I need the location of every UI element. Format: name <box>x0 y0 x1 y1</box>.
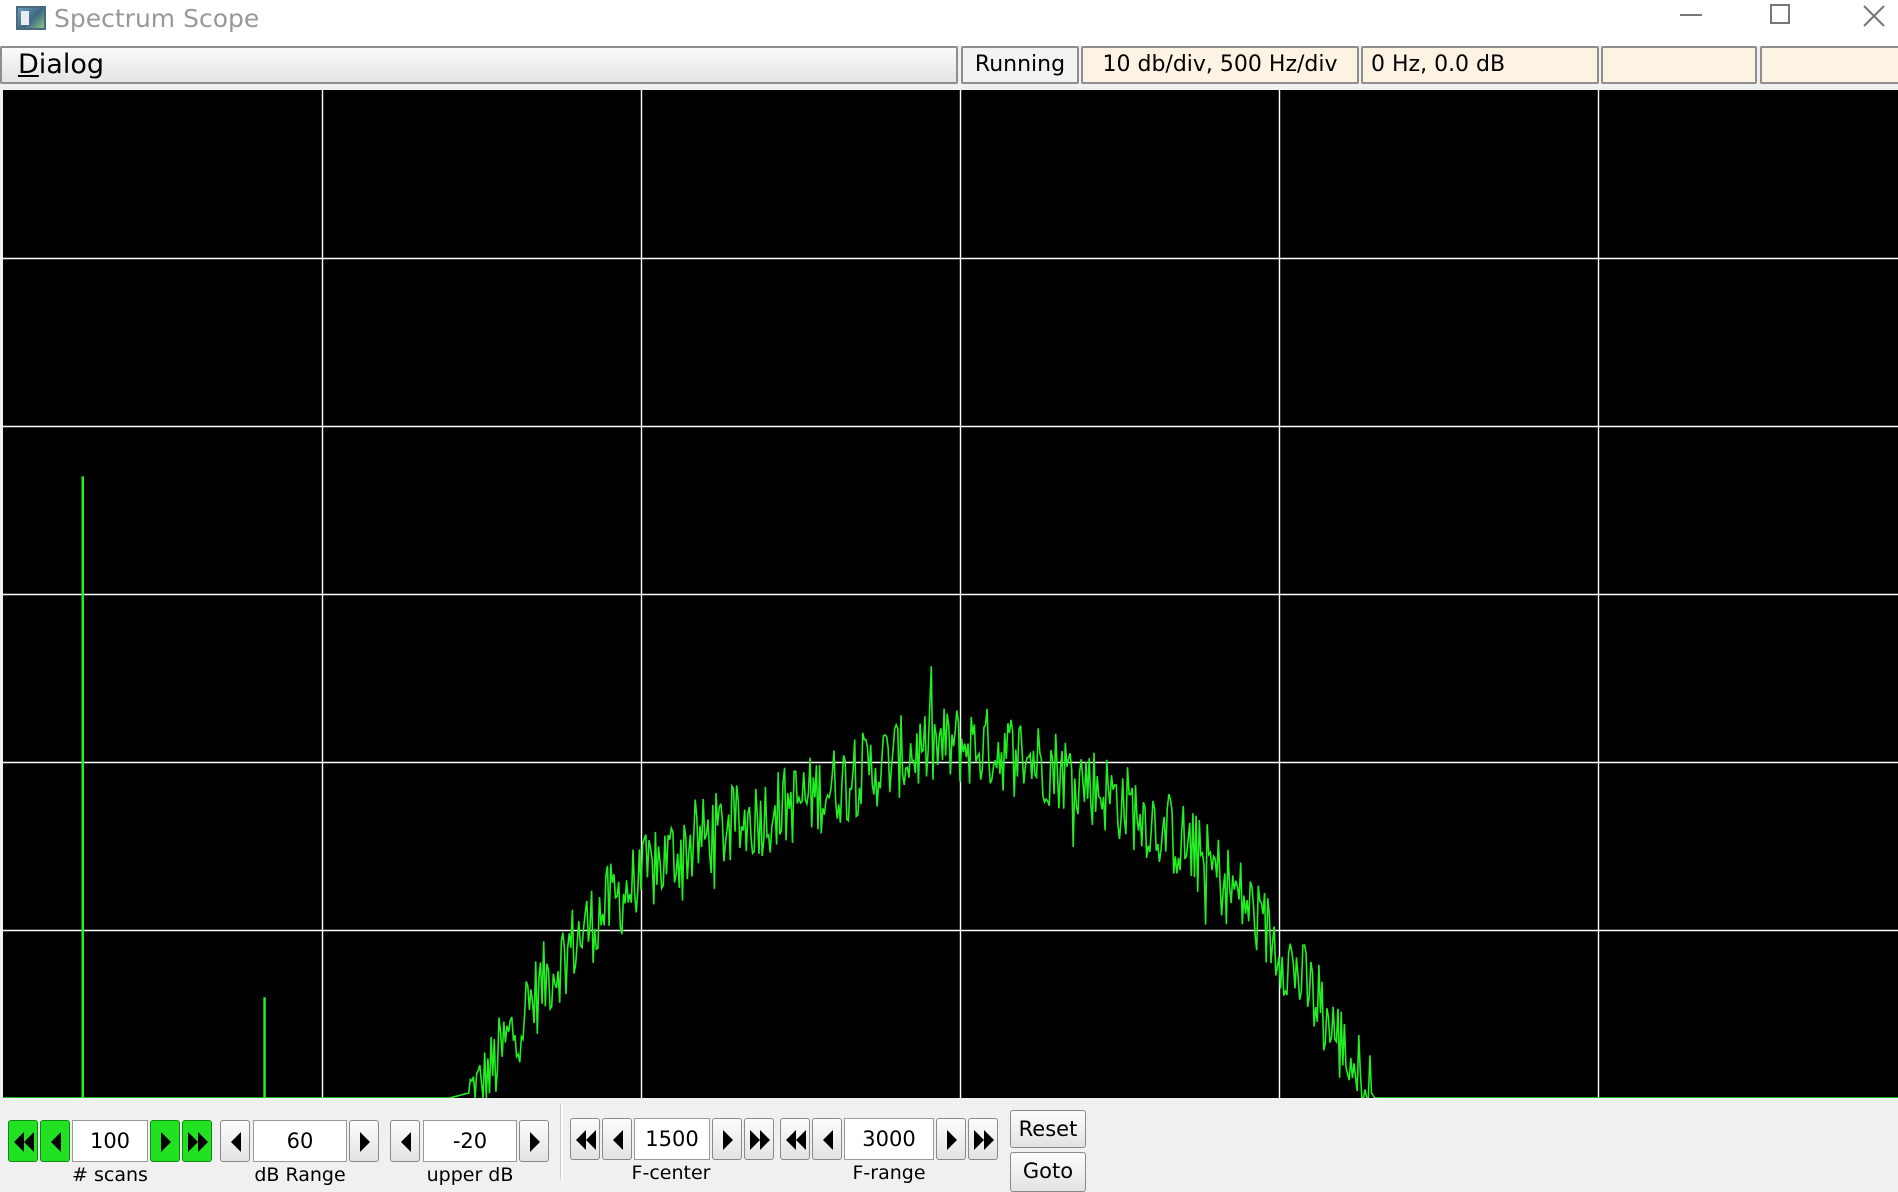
scans-fast-decrease-button[interactable] <box>8 1120 38 1162</box>
scans-increase-button[interactable] <box>150 1120 180 1162</box>
app-icon <box>16 6 46 30</box>
db-range-decrease-button[interactable] <box>220 1120 250 1162</box>
f-range-fast-increase-button[interactable] <box>968 1118 998 1160</box>
f-center-fast-increase-button[interactable] <box>744 1118 774 1160</box>
close-icon[interactable] <box>1838 0 1898 40</box>
scans-decrease-button[interactable] <box>40 1120 70 1162</box>
maximize-icon[interactable] <box>1745 0 1815 40</box>
upper-db-label: upper dB <box>426 1164 514 1186</box>
upper-db-increase-button[interactable] <box>519 1120 549 1162</box>
spectrum-trace <box>3 666 1898 1098</box>
status-bar: Dialog Running 10 db/div, 500 Hz/div 0 H… <box>0 46 1898 86</box>
scans-label: # scans <box>72 1164 148 1186</box>
f-center-increase-button[interactable] <box>712 1118 742 1160</box>
status-panel-empty-1 <box>1601 46 1757 84</box>
running-status[interactable]: Running <box>961 46 1079 84</box>
scale-readout: 10 db/div, 500 Hz/div <box>1081 46 1359 84</box>
window-title: Spectrum Scope <box>54 4 260 33</box>
status-panel-empty-2 <box>1760 46 1898 84</box>
f-center-label: F-center <box>631 1162 711 1184</box>
control-panel: 100 # scans 60 dB Range -20 upper dB 150… <box>0 1098 1898 1192</box>
f-range-label: F-range <box>852 1162 926 1184</box>
db-range-label: dB Range <box>254 1164 346 1186</box>
minimize-icon[interactable] <box>1655 0 1725 40</box>
f-center-decrease-button[interactable] <box>602 1118 632 1160</box>
upper-db-decrease-button[interactable] <box>390 1120 420 1162</box>
spectrum-plot <box>3 90 1898 1098</box>
f-range-increase-button[interactable] <box>936 1118 966 1160</box>
goto-button[interactable]: Goto <box>1010 1152 1086 1192</box>
upper-db-field[interactable]: -20 <box>423 1120 517 1162</box>
f-range-field[interactable]: 3000 <box>844 1118 934 1160</box>
db-range-increase-button[interactable] <box>349 1120 379 1162</box>
control-separator <box>560 1104 563 1179</box>
f-range-decrease-button[interactable] <box>812 1118 842 1160</box>
scans-field[interactable]: 100 <box>72 1120 148 1162</box>
scans-fast-increase-button[interactable] <box>182 1120 212 1162</box>
dialog-menu[interactable]: Dialog <box>0 46 958 84</box>
dialog-menu-label: ialog <box>38 49 105 80</box>
f-center-fast-decrease-button[interactable] <box>570 1118 600 1160</box>
f-range-fast-decrease-button[interactable] <box>780 1118 810 1160</box>
dialog-menu-mnemonic: D <box>18 49 39 80</box>
cursor-readout: 0 Hz, 0.0 dB <box>1361 46 1599 84</box>
spectrum-display[interactable] <box>3 90 1898 1098</box>
f-center-field[interactable]: 1500 <box>634 1118 710 1160</box>
reset-button[interactable]: Reset <box>1010 1110 1086 1148</box>
title-bar: Spectrum Scope <box>0 0 1898 46</box>
db-range-field[interactable]: 60 <box>253 1120 347 1162</box>
